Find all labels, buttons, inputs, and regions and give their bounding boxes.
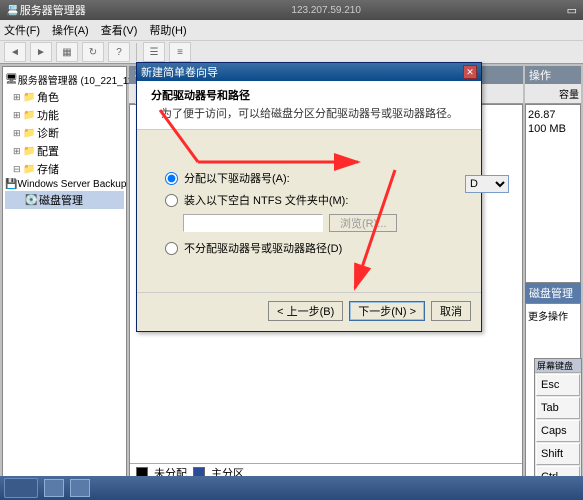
tree-root[interactable]: 🖥服务器管理器 (10_221_112_107) bbox=[5, 71, 124, 88]
radio-assign-letter[interactable] bbox=[165, 172, 178, 185]
key-shift[interactable]: Shift bbox=[536, 443, 580, 465]
next-button-wizard[interactable]: 下一步(N) > bbox=[349, 301, 425, 321]
main-titlebar: 📇 服务器管理器 123.207.59.210 ▭ bbox=[0, 0, 583, 20]
option-no-assign[interactable]: 不分配驱动器号或驱动器路径(D) bbox=[165, 240, 453, 256]
menu-action[interactable]: 操作(A) bbox=[52, 22, 89, 38]
list-button[interactable]: ≡ bbox=[169, 42, 191, 62]
option-mount-folder[interactable]: 装入以下空白 NTFS 文件夹中(M): bbox=[165, 192, 453, 208]
taskbar bbox=[0, 476, 583, 500]
actions-more[interactable]: 更多操作 bbox=[528, 308, 578, 323]
actions-dm[interactable]: 磁盘管理 bbox=[525, 283, 581, 303]
remote-ip: 123.207.59.210 bbox=[86, 5, 567, 16]
tree-disk-management[interactable]: 💽磁盘管理 bbox=[5, 191, 124, 209]
tree-storage[interactable]: ⊟📁存储 bbox=[5, 160, 124, 178]
cap-1: 26.87 bbox=[528, 109, 578, 121]
tree-config[interactable]: ⊞📁配置 bbox=[5, 142, 124, 160]
toolbar: ◄ ► ▦ ↻ ? ☰ ≡ bbox=[0, 40, 583, 64]
window-controls[interactable]: ▭ bbox=[567, 4, 577, 17]
key-caps[interactable]: Caps bbox=[536, 420, 580, 442]
actions-header: 操作 bbox=[525, 66, 581, 84]
back-button[interactable]: ◄ bbox=[4, 42, 26, 62]
mount-path-input[interactable] bbox=[183, 214, 323, 232]
view-button[interactable]: ☰ bbox=[143, 42, 165, 62]
tree-roles[interactable]: ⊞📁角色 bbox=[5, 88, 124, 106]
cancel-button-wizard[interactable]: 取消 bbox=[431, 301, 471, 321]
taskbar-item-1[interactable] bbox=[44, 479, 64, 497]
start-button[interactable] bbox=[4, 478, 38, 498]
app-icon: 📇 bbox=[6, 4, 20, 17]
tree-features[interactable]: ⊞📁功能 bbox=[5, 106, 124, 124]
tree-panel: 🖥服务器管理器 (10_221_112_107) ⊞📁角色 ⊞📁功能 ⊞📁诊断 … bbox=[2, 66, 127, 482]
forward-button[interactable]: ► bbox=[30, 42, 52, 62]
menubar: 文件(F) 操作(A) 查看(V) 帮助(H) bbox=[0, 20, 583, 40]
cap-2: 100 MB bbox=[528, 123, 578, 135]
col-capacity[interactable]: 容量 bbox=[559, 86, 579, 101]
wizard-dialog: 新建简单卷向导 ✕ 分配驱动器号和路径 为了便于访问，可以给磁盘分区分配驱动器号… bbox=[136, 62, 482, 332]
wizard-head-title: 分配驱动器号和路径 bbox=[151, 87, 467, 103]
refresh-button[interactable]: ↻ bbox=[82, 42, 104, 62]
wizard-titlebar[interactable]: 新建简单卷向导 ✕ bbox=[137, 63, 481, 81]
option-assign-letter[interactable]: 分配以下驱动器号(A): bbox=[165, 170, 453, 186]
app-title: 服务器管理器 bbox=[20, 2, 86, 18]
close-icon[interactable]: ✕ bbox=[463, 65, 477, 79]
wizard-header: 分配驱动器号和路径 为了便于访问，可以给磁盘分区分配驱动器号或驱动器路径。 bbox=[137, 81, 481, 130]
drive-letter-select[interactable]: D bbox=[465, 175, 509, 193]
browse-button[interactable]: 浏览(R)... bbox=[329, 214, 397, 232]
help-button[interactable]: ? bbox=[108, 42, 130, 62]
menu-view[interactable]: 查看(V) bbox=[101, 22, 138, 38]
menu-help[interactable]: 帮助(H) bbox=[149, 22, 186, 38]
radio-mount-folder[interactable] bbox=[165, 194, 178, 207]
wizard-head-subtitle: 为了便于访问，可以给磁盘分区分配驱动器号或驱动器路径。 bbox=[151, 105, 467, 121]
tree-wsb[interactable]: 💾Windows Server Backup bbox=[5, 178, 124, 191]
key-tab[interactable]: Tab bbox=[536, 397, 580, 419]
menu-file[interactable]: 文件(F) bbox=[4, 22, 40, 38]
options-button[interactable]: ▦ bbox=[56, 42, 78, 62]
key-esc[interactable]: Esc bbox=[536, 374, 580, 396]
radio-no-assign[interactable] bbox=[165, 242, 178, 255]
osk-title[interactable]: 屏幕键盘 bbox=[535, 359, 581, 373]
tree-diagnostics[interactable]: ⊞📁诊断 bbox=[5, 124, 124, 142]
taskbar-item-2[interactable] bbox=[70, 479, 90, 497]
back-button-wizard[interactable]: < 上一步(B) bbox=[268, 301, 343, 321]
onscreen-keyboard: 屏幕键盘 Esc Tab Caps Shift Ctrl bbox=[534, 358, 582, 490]
